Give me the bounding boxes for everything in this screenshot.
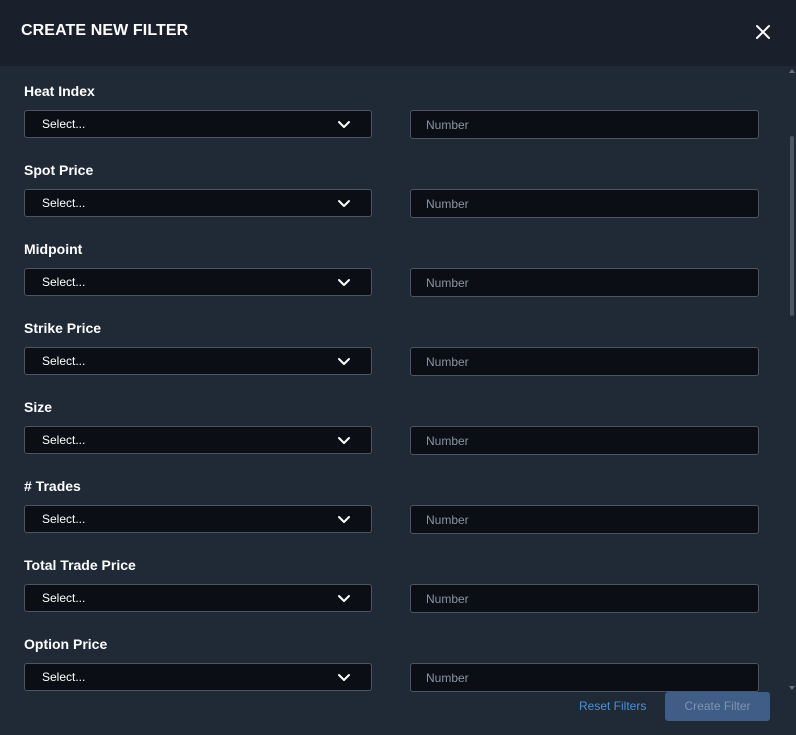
filter-label: Total Trade Price (24, 557, 136, 573)
select-value: Select... (42, 354, 86, 368)
filter-row-size: Size Select... (0, 382, 796, 461)
filter-label: Size (24, 399, 53, 415)
chevron-down-icon (337, 278, 351, 288)
number-input[interactable] (410, 584, 759, 613)
chevron-down-icon (337, 594, 351, 604)
scroll-up-arrow-icon[interactable] (789, 69, 795, 73)
filter-row-midpoint: Midpoint Select... (0, 224, 796, 303)
operator-select[interactable]: Select... (24, 663, 372, 691)
close-icon[interactable] (754, 23, 772, 41)
chevron-down-icon (337, 357, 351, 367)
scroll-thumb[interactable] (790, 136, 794, 316)
dialog-footer: Reset Filters Create Filter (0, 692, 796, 735)
operator-select[interactable]: Select... (24, 189, 372, 217)
scroll-down-arrow-icon[interactable] (789, 686, 795, 690)
filter-row-total-trade-price: Total Trade Price Select... (0, 540, 796, 619)
filter-label: # Trades (24, 478, 81, 494)
operator-select[interactable]: Select... (24, 110, 372, 138)
create-filter-dialog: CREATE NEW FILTER Heat Index Select... S… (0, 0, 796, 735)
filter-list[interactable]: Heat Index Select... Spot Price Select..… (0, 66, 796, 692)
operator-select[interactable]: Select... (24, 584, 372, 612)
select-value: Select... (42, 117, 86, 131)
number-input[interactable] (410, 268, 759, 297)
chevron-down-icon (337, 436, 351, 446)
filter-label: Strike Price (24, 320, 102, 336)
number-input[interactable] (410, 347, 759, 376)
number-input[interactable] (410, 110, 759, 139)
select-value: Select... (42, 512, 86, 526)
filter-row-spot-price: Spot Price Select... (0, 145, 796, 224)
filter-row-strike-price: Strike Price Select... (0, 303, 796, 382)
filter-label: Heat Index (24, 83, 95, 99)
dialog-header: CREATE NEW FILTER (0, 0, 796, 66)
create-filter-button[interactable]: Create Filter (665, 692, 770, 721)
number-input[interactable] (410, 426, 759, 455)
operator-select[interactable]: Select... (24, 426, 372, 454)
filter-row-trades: # Trades Select... (0, 461, 796, 540)
chevron-down-icon (337, 673, 351, 683)
select-value: Select... (42, 275, 86, 289)
reset-filters-button[interactable]: Reset Filters (579, 699, 646, 713)
filter-label: Option Price (24, 636, 108, 652)
filter-row-heat-index: Heat Index Select... (0, 66, 796, 145)
number-input[interactable] (410, 189, 759, 218)
select-value: Select... (42, 433, 86, 447)
filter-label: Midpoint (24, 241, 83, 257)
number-input[interactable] (410, 505, 759, 534)
chevron-down-icon (337, 120, 351, 130)
chevron-down-icon (337, 199, 351, 209)
filter-row-option-price: Option Price Select... (0, 619, 796, 692)
operator-select[interactable]: Select... (24, 268, 372, 296)
operator-select[interactable]: Select... (24, 347, 372, 375)
filter-label: Spot Price (24, 162, 94, 178)
select-value: Select... (42, 591, 86, 605)
select-value: Select... (42, 196, 86, 210)
select-value: Select... (42, 670, 86, 684)
dialog-title: CREATE NEW FILTER (21, 22, 189, 39)
chevron-down-icon (337, 515, 351, 525)
operator-select[interactable]: Select... (24, 505, 372, 533)
vertical-scrollbar[interactable] (788, 66, 796, 692)
number-input[interactable] (410, 663, 759, 692)
